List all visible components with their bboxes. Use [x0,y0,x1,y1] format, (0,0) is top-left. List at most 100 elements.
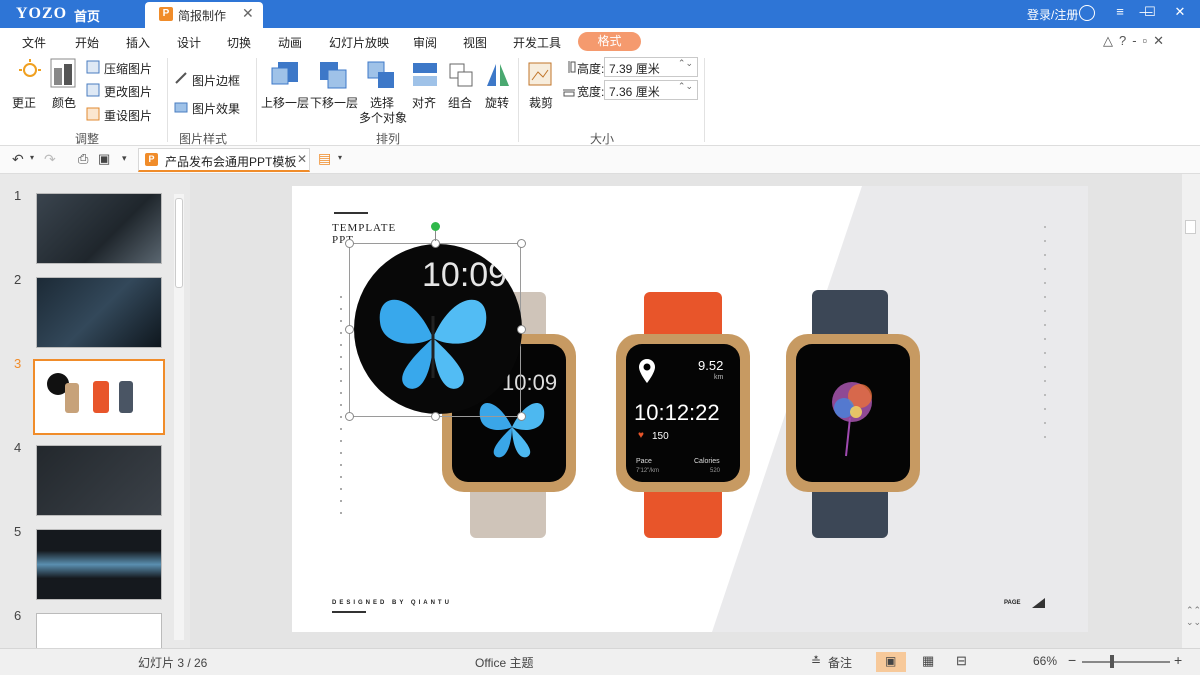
align-button[interactable]: 对齐 [412,94,436,111]
scroll-thumb[interactable] [175,198,183,288]
height-icon [568,61,576,73]
save-icon[interactable]: ▣ [98,151,110,167]
select-objects-icon [367,61,394,88]
slide-thumbnail[interactable] [36,613,162,648]
menu-developer[interactable]: 开发工具 [513,34,561,51]
presentation-tab[interactable]: P 产品发布会通用PPT模板 ✕ [138,148,310,172]
resize-handle[interactable] [345,325,354,334]
menu-format[interactable]: 格式 [578,32,641,51]
doc-tab-label: 简报制作 [178,9,227,23]
close-doc-icon[interactable]: ✕ [297,152,307,166]
select-objects-line2[interactable]: 多个对象 [359,109,407,126]
width-input[interactable]: 7.36 厘米 ⌃⌄ [604,80,698,100]
rotate-handle[interactable] [431,222,440,231]
heart-rate: 150 [652,431,669,442]
footer-text: DESIGNED BY QIANTU [332,600,452,606]
slide-number: 1 [14,188,22,203]
crop-icon [528,62,552,86]
menu-view[interactable]: 视图 [463,34,487,51]
status-bar: 幻灯片 3 / 26 Office 主题 ≛ 备注 ▣ ▦ ⊟ 66% − + [0,648,1200,675]
resize-handle[interactable] [345,412,354,421]
resize-handle[interactable] [517,325,526,334]
slide-thumbnail[interactable] [36,193,162,264]
change-picture-icon [86,83,100,97]
scroll-thumb[interactable] [1185,220,1196,234]
crop-button[interactable]: 裁剪 [529,94,553,111]
customize-dropdown-icon[interactable]: ▾ [122,153,127,164]
slideshow-view-icon[interactable]: ⊟ [956,653,967,669]
close-tab-icon[interactable]: ✕ [242,5,254,22]
watch-strap-bottom [812,486,888,538]
send-backward-button[interactable]: 下移一层 [310,94,358,111]
color-button[interactable]: 颜色 [52,94,76,111]
sorter-view-icon[interactable]: ▦ [922,653,934,669]
menu-home[interactable]: 开始 [75,34,99,51]
slide-thumbnail[interactable] [36,529,162,600]
redo-icon[interactable]: ↷ [44,151,56,168]
undo-icon[interactable]: ↶ [12,151,24,168]
normal-view-button[interactable]: ▣ [876,652,906,672]
pace-label: Pace [636,458,652,465]
slide-thumbnail-selected[interactable] [33,359,165,435]
reset-picture-button[interactable]: 重设图片 [104,107,152,124]
home-tab[interactable]: 首页 [74,6,100,25]
theme-name: Office 主题 [475,656,534,670]
skin-icon[interactable]: ≡ [1110,4,1130,19]
picture-effect-button[interactable]: 图片效果 [192,100,240,117]
new-doc-icon[interactable]: ▤ [318,150,331,167]
menu-review[interactable]: 审阅 [413,34,437,51]
width-value: 7.36 厘米 [609,85,660,99]
group-button[interactable]: 组合 [448,94,472,111]
canvas-scrollbar[interactable]: ⌃⌃ ⌄⌄ [1182,174,1200,648]
size-group-label: 大小 [590,132,615,146]
change-picture-button[interactable]: 更改图片 [104,83,152,100]
width-icon [563,89,575,97]
resize-handle[interactable] [517,412,526,421]
bring-forward-button[interactable]: 上移一层 [261,94,309,111]
menu-bar: 文件 开始 插入 设计 切换 动画 幻灯片放映 审阅 视图 开发工具 格式 △?… [0,28,1200,54]
picture-border-button[interactable]: 图片边框 [192,72,240,89]
notes-button[interactable]: 备注 [828,654,852,671]
close-window-icon[interactable]: ✕ [1170,4,1190,20]
selected-picture[interactable]: 10:09 [354,244,522,414]
doc-tab[interactable]: P 简报制作 ✕ [145,2,263,28]
new-doc-dropdown-icon[interactable]: ▾ [338,153,342,162]
calories-label: Calories [694,458,720,465]
zoom-in-icon[interactable]: + [1174,652,1182,668]
menu-insert[interactable]: 插入 [126,34,150,51]
menu-animation[interactable]: 动画 [278,34,302,51]
preview-icon[interactable]: ⎙ [78,151,88,167]
slide[interactable]: TEMPLATE PPT 10:09 9.52 km 10:12:22 ♥ 15… [292,186,1088,632]
menu-slideshow[interactable]: 幻灯片放映 [329,34,389,51]
zoom-slider-thumb[interactable] [1110,655,1114,668]
undo-dropdown-icon[interactable]: ▾ [30,153,34,162]
user-icon[interactable] [1079,5,1095,21]
page-nav-icons[interactable]: ⌃⌃ ⌄⌄ [1186,604,1200,628]
menu-file[interactable]: 文件 [22,34,46,51]
maximize-icon[interactable]: ☐ [1140,4,1160,20]
footer-rule [332,611,366,613]
slide-thumbnail[interactable] [36,445,162,516]
resize-handle[interactable] [345,239,354,248]
correct-button[interactable]: 更正 [12,94,36,111]
width-spinner-icon[interactable]: ⌃⌄ [678,81,693,92]
zoom-out-icon[interactable]: − [1068,652,1076,668]
separator [518,58,519,142]
height-input[interactable]: 7.39 厘米 ⌃⌄ [604,57,698,77]
menu-transition[interactable]: 切换 [227,34,251,51]
login-link[interactable]: 登录/注册 [1027,6,1078,23]
ribbon-controls[interactable]: △?-▫✕ [1103,33,1170,49]
compress-button[interactable]: 压缩图片 [104,60,152,77]
menu-design[interactable]: 设计 [177,34,201,51]
zoom-slider[interactable] [1082,661,1170,663]
slide-thumbnail[interactable] [36,277,162,348]
notes-icon[interactable]: ≛ [811,654,821,668]
height-spinner-icon[interactable]: ⌃⌄ [678,58,693,69]
group-icon [449,63,473,87]
resize-handle[interactable] [431,412,440,421]
slide-panel-scrollbar[interactable] [174,194,184,640]
resize-handle[interactable] [517,239,526,248]
rotate-button[interactable]: 旋转 [485,94,509,111]
normal-view-icon: ▣ [885,654,897,668]
align-icon [413,63,437,86]
